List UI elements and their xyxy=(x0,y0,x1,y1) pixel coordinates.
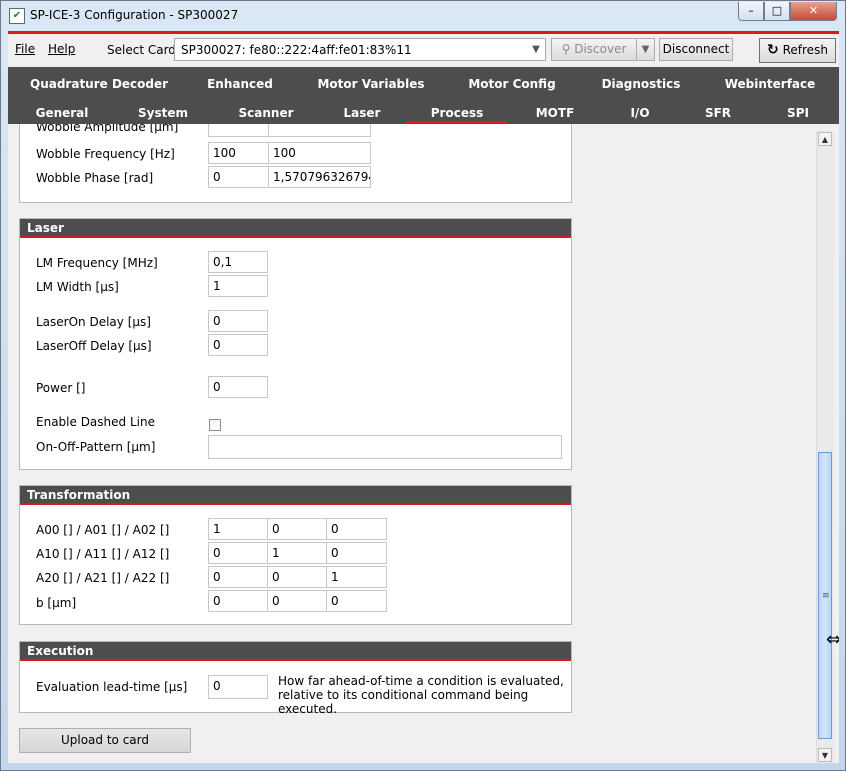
discover-dropdown-button[interactable]: ▼ xyxy=(636,38,655,61)
matrix-a11-field[interactable]: 1 xyxy=(267,542,327,564)
execution-section: Execution Evaluation lead-time [µs] 0 Ho… xyxy=(19,641,572,716)
lead-time-label: Evaluation lead-time [µs] xyxy=(36,680,188,694)
wobble-frequency-field-b[interactable]: 100 xyxy=(268,142,371,164)
wobble-phase-label: Wobble Phase [rad] xyxy=(36,171,154,185)
matrix-a21-field[interactable]: 0 xyxy=(267,566,327,588)
title-bar: ✔ SP-ICE-3 Configuration - SP300027 – □ … xyxy=(1,1,845,31)
offset-b-label: b [µm] xyxy=(36,596,77,610)
lead-time-help-line-1: How far ahead-of-time a condition is eva… xyxy=(278,674,564,688)
app-icon: ✔ xyxy=(9,8,25,24)
discover-button[interactable]: ⚲ Discover xyxy=(551,38,637,61)
tab-spi[interactable]: SPI xyxy=(772,106,824,120)
chevron-down-icon: ▼ xyxy=(641,44,650,55)
lead-time-help-line-2: relative to its conditional command bein… xyxy=(278,688,529,716)
lm-frequency-field[interactable]: 0,1 xyxy=(208,251,268,273)
client-area: File Help Select Card: SP300027: fe80::2… xyxy=(8,34,839,763)
tab-webinterface[interactable]: Webinterface xyxy=(718,77,822,91)
app-window: ✔ SP-ICE-3 Configuration - SP300027 – □ … xyxy=(0,0,846,771)
on-off-pattern-label: On-Off-Pattern [µm] xyxy=(36,440,156,454)
tab-quadrature-decoder[interactable]: Quadrature Decoder xyxy=(30,77,168,91)
scroll-down-button[interactable]: ▼ xyxy=(818,748,832,762)
matrix-a02-field[interactable]: 0 xyxy=(326,518,387,540)
tab-laser[interactable]: Laser xyxy=(322,106,402,120)
refresh-icon: ↻ xyxy=(767,42,779,58)
on-off-pattern-field[interactable] xyxy=(208,435,562,459)
wobble-phase-field-a[interactable]: 0 xyxy=(208,166,269,188)
execution-section-header: Execution xyxy=(20,642,571,661)
minimize-button[interactable]: – xyxy=(738,2,764,21)
dashed-line-checkbox[interactable] xyxy=(209,419,221,431)
offset-b-x-field[interactable]: 0 xyxy=(208,590,268,612)
matrix-row-2-label: A20 [] / A21 [] / A22 [] xyxy=(36,571,170,585)
upload-to-card-button[interactable]: Upload to card xyxy=(19,728,191,753)
matrix-a01-field[interactable]: 0 xyxy=(267,518,327,540)
process-panel: Wobble Amplitude [µm] Wobble Frequency [… xyxy=(8,124,839,763)
select-card-label: Select Card: xyxy=(107,43,180,57)
close-button[interactable]: ✕ xyxy=(790,2,837,21)
matrix-row-0-label: A00 [] / A01 [] / A02 [] xyxy=(36,523,170,537)
chevron-down-icon[interactable]: ▼ xyxy=(527,39,545,60)
card-select-value: SP300027: fe80::222:4aff:fe01:83%11 xyxy=(181,43,412,57)
tab-general[interactable]: General xyxy=(22,106,102,120)
lead-time-help-text: How far ahead-of-time a condition is eva… xyxy=(278,674,571,716)
matrix-row-1-label: A10 [] / A11 [] / A12 [] xyxy=(36,547,170,561)
scroll-up-button[interactable]: ▲ xyxy=(818,132,832,146)
menu-help[interactable]: Help xyxy=(48,42,75,56)
tab-bar: Quadrature Decoder Enhanced Motor Variab… xyxy=(8,67,839,124)
wobble-phase-field-b[interactable]: 1,5707963267949 xyxy=(268,166,371,188)
lm-width-label: LM Width [µs] xyxy=(36,280,119,294)
tab-system[interactable]: System xyxy=(123,106,203,120)
lead-time-field[interactable]: 0 xyxy=(208,675,268,699)
maximize-button[interactable]: □ xyxy=(764,2,790,21)
disconnect-button[interactable]: Disconnect xyxy=(659,38,733,61)
tab-io[interactable]: I/O xyxy=(614,106,666,120)
tab-motf[interactable]: MOTF xyxy=(516,106,594,120)
tab-motor-variables[interactable]: Motor Variables xyxy=(312,77,430,91)
vertical-scrollbar[interactable]: ▲ ≡ ▼ xyxy=(816,131,834,763)
offset-b-z-field[interactable]: 0 xyxy=(326,590,387,612)
wobble-amplitude-label: Wobble Amplitude [µm] xyxy=(36,124,179,134)
lm-frequency-label: LM Frequency [MHz] xyxy=(36,256,158,270)
search-icon: ⚲ xyxy=(561,42,571,56)
laser-section: Laser LM Frequency [MHz] 0,1 LM Width [µ… xyxy=(19,218,572,470)
tab-sfr[interactable]: SFR xyxy=(692,106,744,120)
tab-process[interactable]: Process xyxy=(416,106,498,120)
window-title: SP-ICE-3 Configuration - SP300027 xyxy=(30,8,239,22)
transformation-section: Transformation A00 [] / A01 [] / A02 [] … xyxy=(19,485,572,625)
wobble-frequency-label: Wobble Frequency [Hz] xyxy=(36,147,175,161)
refresh-button[interactable]: ↻ Refresh xyxy=(759,38,836,63)
laser-section-header: Laser xyxy=(20,219,571,238)
card-select[interactable]: SP300027: fe80::222:4aff:fe01:83%11 ▼ xyxy=(174,38,546,61)
matrix-a22-field[interactable]: 1 xyxy=(326,566,387,588)
matrix-a12-field[interactable]: 0 xyxy=(326,542,387,564)
tab-scanner[interactable]: Scanner xyxy=(226,106,306,120)
laser-on-delay-label: LaserOn Delay [µs] xyxy=(36,315,151,329)
refresh-label: Refresh xyxy=(782,43,828,57)
power-field[interactable]: 0 xyxy=(208,376,268,398)
dashed-line-label: Enable Dashed Line xyxy=(36,415,155,429)
power-label: Power [] xyxy=(36,381,86,395)
discover-label: Discover xyxy=(574,42,627,56)
laser-off-delay-field[interactable]: 0 xyxy=(208,334,268,356)
menu-file[interactable]: File xyxy=(15,42,35,56)
laser-off-delay-label: LaserOff Delay [µs] xyxy=(36,339,152,353)
matrix-a20-field[interactable]: 0 xyxy=(208,566,268,588)
laser-on-delay-field[interactable]: 0 xyxy=(208,310,268,332)
wobble-section: Wobble Amplitude [µm] Wobble Frequency [… xyxy=(19,124,572,203)
scrollbar-thumb[interactable]: ≡ xyxy=(818,452,832,739)
tab-enhanced[interactable]: Enhanced xyxy=(198,77,282,91)
mouse-cursor-icon: ⇔ xyxy=(826,629,839,650)
offset-b-y-field[interactable]: 0 xyxy=(267,590,327,612)
grip-icon: ≡ xyxy=(822,591,830,601)
lm-width-field[interactable]: 1 xyxy=(208,275,268,297)
wobble-frequency-field-a[interactable]: 100 xyxy=(208,142,269,164)
wobble-amplitude-field-b[interactable] xyxy=(268,124,371,137)
tab-motor-config[interactable]: Motor Config xyxy=(457,77,567,91)
tab-diagnostics[interactable]: Diagnostics xyxy=(594,77,688,91)
transformation-section-header: Transformation xyxy=(20,486,571,505)
matrix-a00-field[interactable]: 1 xyxy=(208,518,268,540)
menu-bar: File Help Select Card: SP300027: fe80::2… xyxy=(8,34,839,66)
wobble-amplitude-field-a[interactable] xyxy=(208,124,269,137)
matrix-a10-field[interactable]: 0 xyxy=(208,542,268,564)
